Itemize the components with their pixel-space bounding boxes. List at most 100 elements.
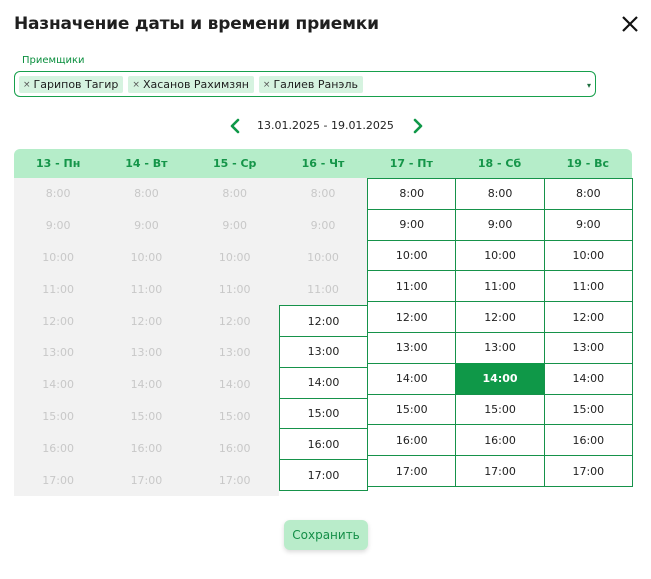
time-slot-disabled: 9:00 [190, 209, 279, 242]
time-slot[interactable]: 14:00 [278, 366, 369, 399]
receivers-multiselect[interactable]: × Гарипов Тагир × Хасанов Рахимзян × Галиев Р… [14, 71, 596, 97]
time-slot-disabled: 11:00 [102, 273, 191, 306]
time-slot[interactable]: 10:00 [455, 239, 545, 272]
receiver-chip-label: Хасанов Рахимзян [142, 78, 249, 91]
day-header: 14 - Вт [125, 157, 168, 170]
time-slot[interactable]: 14:00 [543, 362, 633, 395]
day-header: 16 - Чт [301, 157, 345, 170]
time-slot[interactable]: 11:00 [367, 270, 457, 303]
day-header: 18 - Сб [477, 157, 522, 170]
time-slot-disabled: 10:00 [102, 241, 191, 274]
time-slot-disabled: 15:00 [14, 400, 103, 433]
day-column: 8:00 9:00 10:00 11:00 12:00 13:00 14:00 15:00 16… [543, 178, 633, 496]
time-slot[interactable]: 13:00 [455, 331, 545, 364]
time-slot-disabled: 14:00 [102, 368, 191, 401]
close-icon [622, 16, 638, 32]
time-slot-disabled: 17:00 [14, 464, 103, 496]
day-header: 15 - Ср [212, 157, 257, 170]
time-slot-disabled: 15:00 [190, 400, 279, 433]
page-title: Назначение даты и времени приемки [14, 14, 379, 34]
time-slot-disabled: 13:00 [14, 336, 103, 369]
time-slot[interactable]: 17:00 [543, 455, 633, 487]
time-slot-disabled: 16:00 [190, 432, 279, 465]
time-slot-disabled: 11:00 [14, 273, 103, 306]
time-slot-disabled: 10:00 [14, 241, 103, 274]
time-slot[interactable]: 15:00 [278, 397, 369, 430]
time-slot-disabled: 15:00 [102, 400, 191, 433]
close-button[interactable] [620, 14, 640, 34]
time-slot[interactable]: 13:00 [278, 335, 369, 368]
receiver-chip: × Гарипов Тагир [19, 76, 124, 93]
remove-chip-icon[interactable]: × [263, 80, 271, 90]
time-slot[interactable]: 17:00 [455, 455, 545, 487]
time-slot[interactable]: 12:00 [455, 301, 545, 333]
time-slot-disabled: 9:00 [14, 209, 103, 242]
time-slot-disabled: 17:00 [102, 464, 191, 496]
receiver-chip: × Галиев Ранэль [258, 76, 363, 93]
time-slot[interactable]: 16:00 [543, 424, 633, 457]
receiver-chip-label: Гарипов Тагир [33, 78, 119, 91]
time-slot-disabled: 12:00 [14, 305, 103, 337]
time-slot[interactable]: 10:00 [367, 239, 457, 272]
time-slot[interactable]: 10:00 [543, 239, 633, 272]
time-slot-disabled: 16:00 [14, 432, 103, 465]
day-column: 8:00 9:00 10:00 11:00 12:00 13:00 14:00 15:00 16… [14, 178, 103, 496]
time-slot[interactable]: 17:00 [278, 459, 369, 491]
receivers-chips: × Гарипов Тагир × Хасанов Рахимзян × Галиев Р… [19, 76, 363, 93]
next-week-button[interactable] [411, 118, 425, 134]
schedule-header: 13 - Пн 14 - Вт 15 - Ср 16 - Чт 17 - Пт 18 - … [14, 149, 632, 178]
time-slot[interactable]: 13:00 [543, 331, 633, 364]
receiver-chip: × Хасанов Рахимзян [128, 76, 254, 93]
time-slot[interactable]: 15:00 [455, 393, 545, 426]
save-button[interactable]: Сохранить [284, 520, 368, 550]
time-slot-disabled: 8:00 [102, 178, 191, 210]
time-slot[interactable]: 11:00 [455, 270, 545, 303]
day-header: 19 - Вс [566, 157, 610, 170]
time-slot-disabled: 11:00 [190, 273, 279, 306]
remove-chip-icon[interactable]: × [23, 80, 31, 90]
schedule-grid: 13 - Пн 14 - Вт 15 - Ср 16 - Чт 17 - Пт 18 - … [14, 149, 633, 496]
time-slot-disabled: 10:00 [190, 241, 279, 274]
time-slot-disabled: 16:00 [102, 432, 191, 465]
time-slot[interactable]: 12:00 [278, 305, 369, 337]
time-slot[interactable]: 12:00 [543, 301, 633, 333]
prev-week-button[interactable] [228, 118, 242, 134]
day-column: 8:00 9:00 10:00 11:00 12:00 13:00 14:00 15:00 16… [367, 178, 457, 496]
day-column: 8:00 9:00 10:00 11:00 12:00 13:00 14:00 15:00 16… [190, 178, 279, 496]
day-column: 8:00 9:00 10:00 11:00 12:00 13:00 14:00 15:00 16… [102, 178, 191, 496]
time-slot[interactable]: 15:00 [367, 393, 457, 426]
chevron-down-icon[interactable]: ▾ [587, 81, 591, 90]
time-slot[interactable]: 9:00 [455, 208, 545, 241]
time-slot-disabled: 9:00 [278, 209, 368, 242]
time-slot[interactable]: 16:00 [367, 424, 457, 457]
time-slot[interactable]: 17:00 [367, 455, 457, 487]
time-slot[interactable]: 13:00 [367, 331, 457, 364]
time-slot-disabled: 12:00 [190, 305, 279, 337]
time-slot[interactable]: 12:00 [367, 301, 457, 333]
time-slot[interactable]: 11:00 [543, 270, 633, 303]
receiver-chip-label: Галиев Ранэль [273, 78, 358, 91]
remove-chip-icon[interactable]: × [132, 80, 140, 90]
day-column: 8:00 9:00 10:00 11:00 12:00 13:00 14:00 15:00 16… [278, 178, 369, 496]
time-slot-disabled: 10:00 [278, 241, 368, 274]
time-slot-disabled: 8:00 [278, 178, 368, 210]
chevron-right-icon [413, 118, 423, 134]
day-header: 13 - Пн [35, 157, 81, 170]
time-slot-disabled: 12:00 [102, 305, 191, 337]
time-slot[interactable]: 8:00 [543, 178, 633, 210]
day-column: 8:00 9:00 10:00 11:00 12:00 13:00 14:00 15:00 16… [455, 178, 545, 496]
time-slot[interactable]: 8:00 [367, 178, 457, 210]
time-slot-disabled: 14:00 [14, 368, 103, 401]
time-slot[interactable]: 9:00 [543, 208, 633, 241]
day-header: 17 - Пт [389, 157, 433, 170]
time-slot[interactable]: 14:00 [367, 362, 457, 395]
time-slot[interactable]: 9:00 [367, 208, 457, 241]
time-slot[interactable]: 15:00 [543, 393, 633, 426]
week-range-text: 13.01.2025 - 19.01.2025 [257, 119, 394, 132]
time-slot-selected[interactable]: 14:00 [455, 362, 545, 395]
time-slot-disabled: 11:00 [278, 273, 368, 306]
chevron-left-icon [230, 118, 240, 134]
time-slot[interactable]: 16:00 [278, 428, 369, 461]
time-slot[interactable]: 8:00 [455, 178, 545, 210]
time-slot[interactable]: 16:00 [455, 424, 545, 457]
